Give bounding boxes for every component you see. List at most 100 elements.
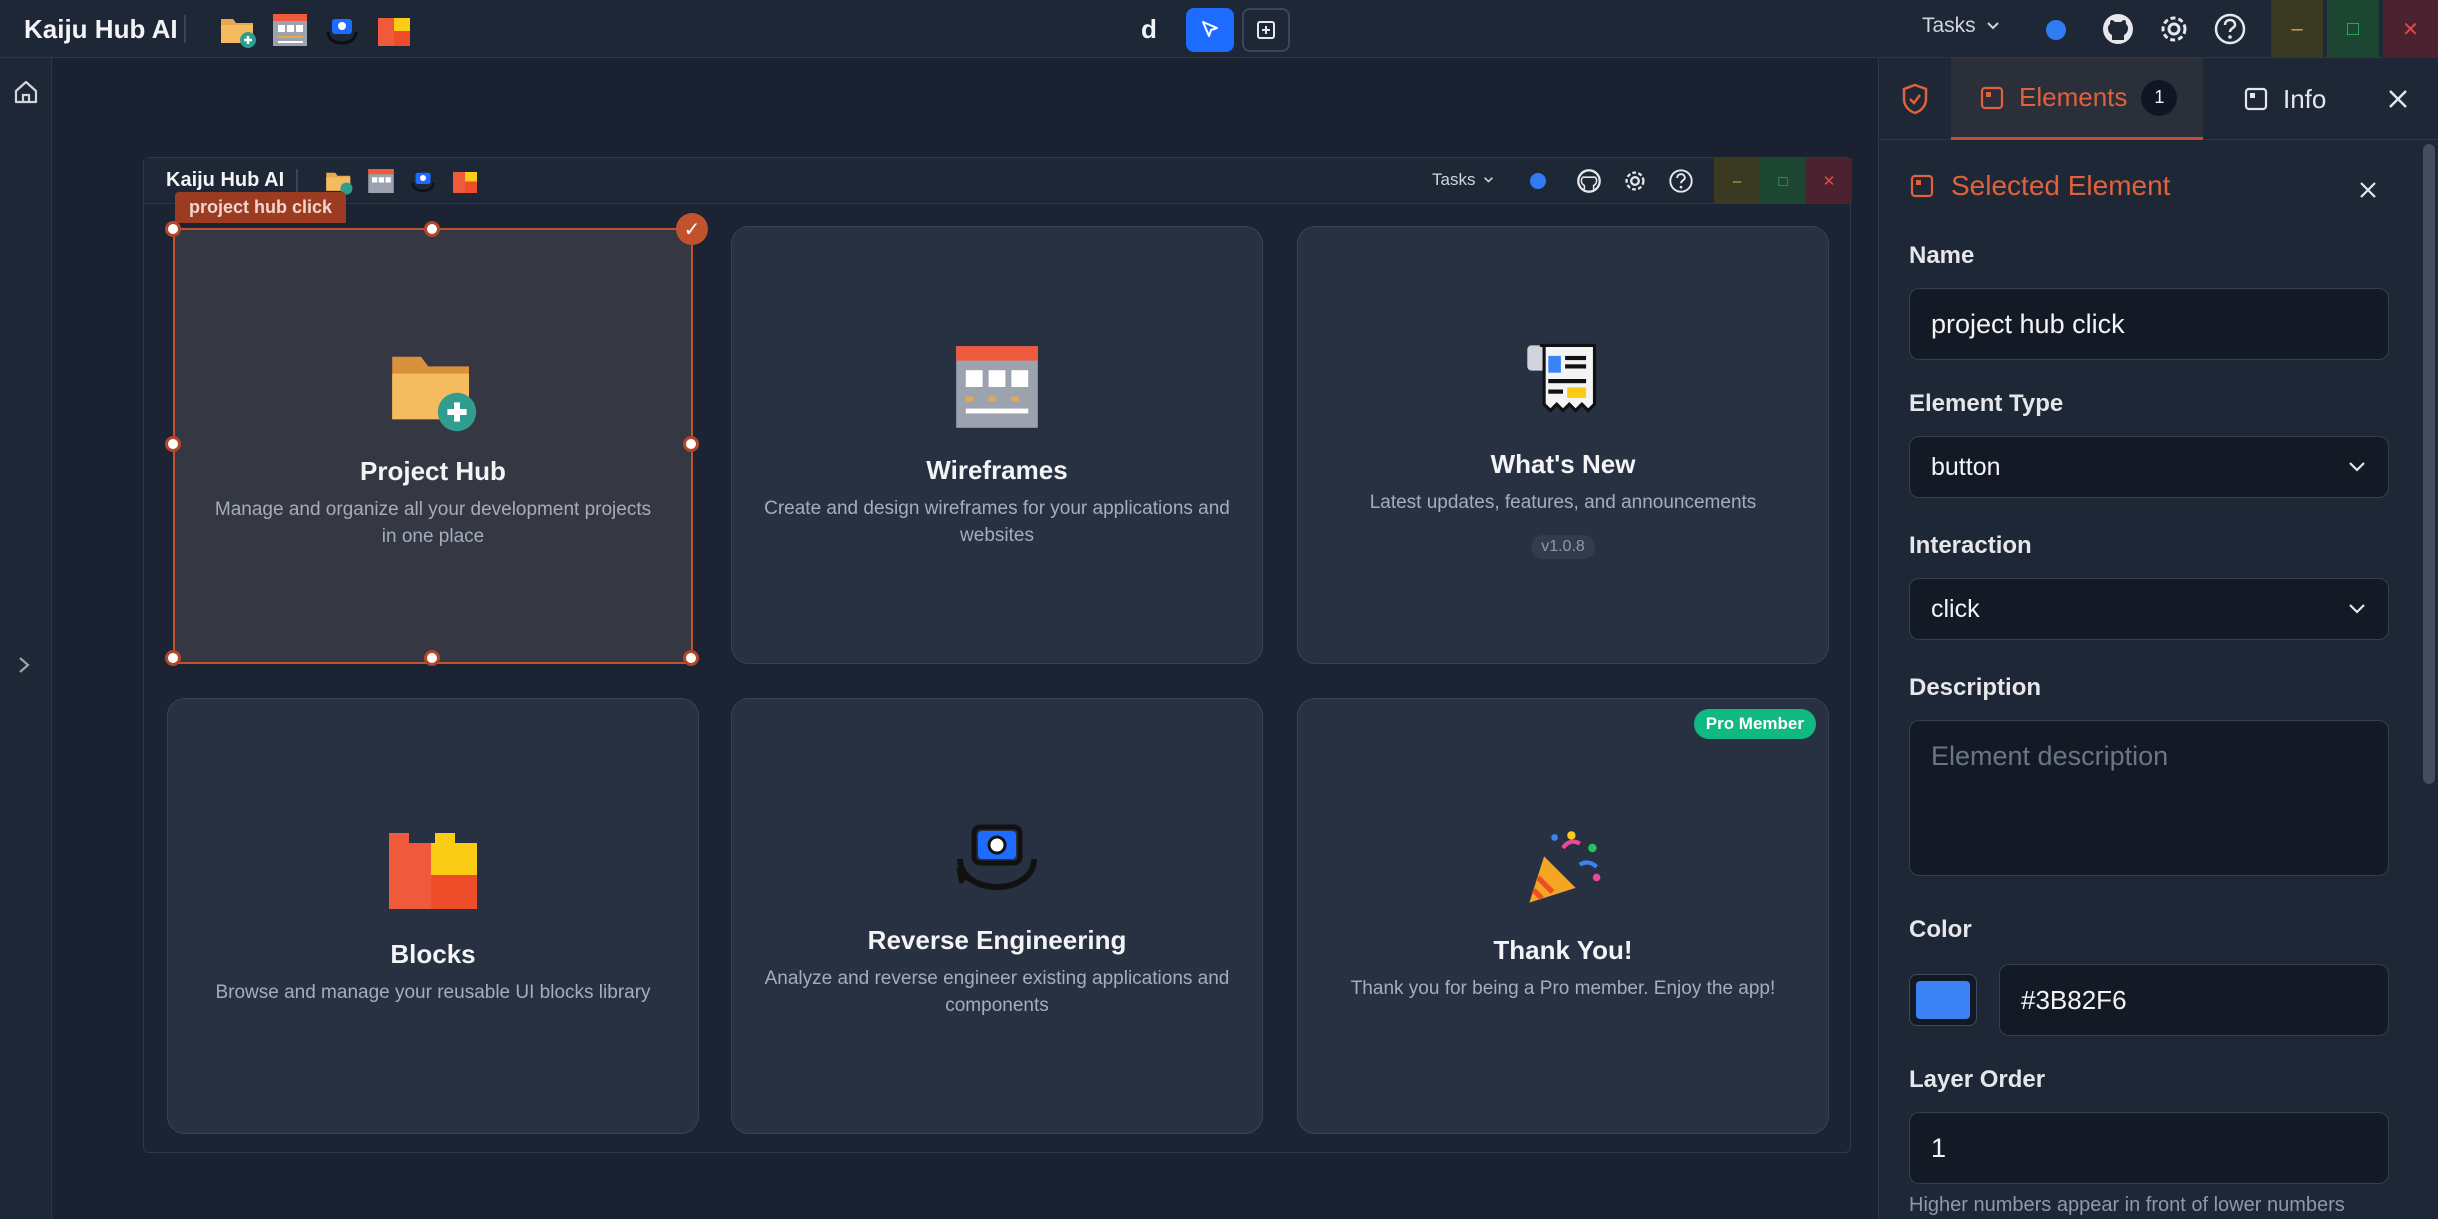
plus-square-icon bbox=[1257, 21, 1275, 39]
resize-handle[interactable] bbox=[683, 436, 699, 452]
card-title: Reverse Engineering bbox=[867, 925, 1127, 955]
camera-rotate-icon bbox=[952, 815, 1042, 900]
tasks-dropdown[interactable]: Tasks bbox=[1432, 170, 1494, 190]
blocks-card[interactable]: Blocks Browse and manage your reusable U… bbox=[167, 698, 699, 1134]
cursor-icon bbox=[1202, 21, 1218, 37]
name-field[interactable]: project hub click bbox=[1909, 288, 2389, 360]
interaction-value: click bbox=[1931, 594, 1980, 623]
chevron-down-icon bbox=[1986, 22, 1999, 30]
tasks-dropdown[interactable]: Tasks bbox=[1922, 14, 2000, 38]
wireframes-card[interactable]: Wireframes Create and design wireframes … bbox=[731, 226, 1263, 664]
card-title: Wireframes bbox=[926, 455, 1068, 485]
chevron-down-icon bbox=[2349, 604, 2365, 614]
resize-handle[interactable] bbox=[165, 436, 181, 452]
resize-handle[interactable] bbox=[683, 650, 699, 666]
reverse-engineering-icon[interactable] bbox=[322, 10, 362, 50]
interaction-select[interactable]: click bbox=[1909, 578, 2389, 640]
preview-window: Kaiju Hub AI Tasks – □ ✕ Project Hub Man… bbox=[143, 157, 1852, 1153]
add-element-button[interactable] bbox=[1242, 8, 1290, 52]
description-label: Description bbox=[1909, 674, 2042, 701]
close-panel-icon[interactable] bbox=[2387, 88, 2409, 115]
properties-panel: Elements 1 Info Selected Element Name pr… bbox=[1878, 58, 2438, 1219]
settings-gear-icon[interactable] bbox=[1622, 168, 1648, 199]
select-tool-button[interactable] bbox=[1186, 8, 1234, 52]
help-icon[interactable] bbox=[2213, 12, 2247, 51]
layer-order-input[interactable]: 1 bbox=[1909, 1112, 2389, 1184]
card-description: Latest updates, features, and announceme… bbox=[1369, 492, 1757, 513]
card-title: Blocks bbox=[390, 939, 476, 969]
interaction-label: Interaction bbox=[1909, 532, 2032, 559]
blocks-icon bbox=[387, 827, 479, 916]
card-description: Create and design wireframes for your ap… bbox=[764, 498, 1230, 546]
resize-handle[interactable] bbox=[165, 221, 181, 237]
color-label: Color bbox=[1909, 916, 1972, 943]
maximize-button[interactable]: □ bbox=[2327, 0, 2379, 58]
version-badge: v1.0.8 bbox=[1531, 535, 1595, 559]
tab-elements[interactable]: Elements 1 bbox=[1951, 58, 2203, 140]
blocks-icon[interactable] bbox=[374, 10, 414, 50]
app-title: Kaiju Hub AI bbox=[24, 14, 178, 44]
status-indicator bbox=[1530, 173, 1546, 189]
divider bbox=[184, 15, 186, 43]
element-type-label: Element Type bbox=[1909, 390, 2064, 417]
card-description: Browse and manage your reusable UI block… bbox=[215, 982, 651, 1003]
reverse-engineering-card[interactable]: Reverse Engineering Analyze and reverse … bbox=[731, 698, 1263, 1134]
panel-tabs: Elements 1 Info bbox=[1879, 58, 2438, 140]
color-hex-input[interactable]: #3B82F6 bbox=[1999, 964, 2389, 1036]
maximize-button[interactable]: □ bbox=[1760, 158, 1806, 204]
card-description: Manage and organize all your development… bbox=[214, 499, 652, 547]
selection-label: project hub click bbox=[175, 192, 347, 223]
help-icon[interactable] bbox=[1668, 168, 1694, 199]
left-rail bbox=[0, 58, 52, 1219]
thank-you-card[interactable]: Pro Member Thank You! Thank you for bein… bbox=[1297, 698, 1829, 1134]
scrollbar-thumb[interactable] bbox=[2423, 144, 2435, 784]
elements-count-badge: 1 bbox=[2141, 79, 2178, 116]
wireframes-icon[interactable] bbox=[270, 10, 310, 50]
layer-order-label: Layer Order bbox=[1909, 1066, 2046, 1093]
layer-order-value: 1 bbox=[1931, 1132, 1947, 1163]
close-selection-icon[interactable] bbox=[2358, 180, 2378, 205]
element-square-icon bbox=[1910, 174, 1934, 198]
name-label: Name bbox=[1909, 242, 1975, 269]
github-icon[interactable] bbox=[2101, 12, 2135, 51]
minimize-button[interactable]: – bbox=[1714, 158, 1760, 204]
tab-label: Info bbox=[2283, 83, 2327, 114]
expand-chevron-icon[interactable] bbox=[15, 654, 33, 681]
newspaper-icon bbox=[1521, 337, 1605, 426]
whats-new-card[interactable]: What's New Latest updates, features, and… bbox=[1297, 226, 1829, 664]
project-hub-card[interactable]: Project Hub Manage and organize all your… bbox=[173, 228, 693, 664]
reverse-engineering-icon[interactable] bbox=[408, 166, 438, 201]
info-square-icon bbox=[2244, 87, 2268, 111]
preview-app-title: Kaiju Hub AI bbox=[166, 169, 285, 191]
mode-indicator: d bbox=[1141, 14, 1157, 44]
description-placeholder: Element description bbox=[1931, 741, 2169, 771]
color-swatch[interactable] bbox=[1909, 974, 1977, 1026]
tasks-label: Tasks bbox=[1922, 14, 1976, 37]
check-icon: ✓ bbox=[676, 213, 708, 245]
blocks-icon[interactable] bbox=[450, 166, 480, 201]
card-title: Project Hub bbox=[360, 456, 506, 486]
resize-handle[interactable] bbox=[424, 221, 440, 237]
name-value: project hub click bbox=[1931, 308, 2125, 339]
wireframes-icon[interactable] bbox=[366, 166, 396, 201]
project-hub-icon[interactable] bbox=[218, 10, 258, 50]
close-window-button[interactable]: ✕ bbox=[2383, 0, 2438, 58]
description-textarea[interactable]: Element description bbox=[1909, 720, 2389, 876]
github-icon[interactable] bbox=[1576, 168, 1602, 199]
pro-member-badge: Pro Member bbox=[1693, 709, 1816, 739]
resize-handle[interactable] bbox=[165, 650, 181, 666]
kaiju-shield-icon[interactable] bbox=[1899, 82, 1931, 121]
resize-handle[interactable] bbox=[424, 650, 440, 666]
chevron-down-icon bbox=[2349, 462, 2365, 472]
tab-info[interactable]: Info bbox=[2243, 58, 2326, 140]
top-bar: Kaiju Hub AI d Tasks – □ ✕ bbox=[0, 0, 2438, 58]
home-icon[interactable] bbox=[12, 78, 40, 111]
close-window-button[interactable]: ✕ bbox=[1806, 158, 1852, 204]
color-swatch-fill bbox=[1916, 981, 1970, 1019]
element-type-select[interactable]: button bbox=[1909, 436, 2389, 498]
settings-gear-icon[interactable] bbox=[2157, 12, 2191, 51]
minimize-button[interactable]: – bbox=[2271, 0, 2323, 58]
selected-element-heading: Selected Element bbox=[1909, 170, 2170, 202]
color-hex-value: #3B82F6 bbox=[2021, 984, 2127, 1015]
tasks-label: Tasks bbox=[1432, 170, 1476, 189]
